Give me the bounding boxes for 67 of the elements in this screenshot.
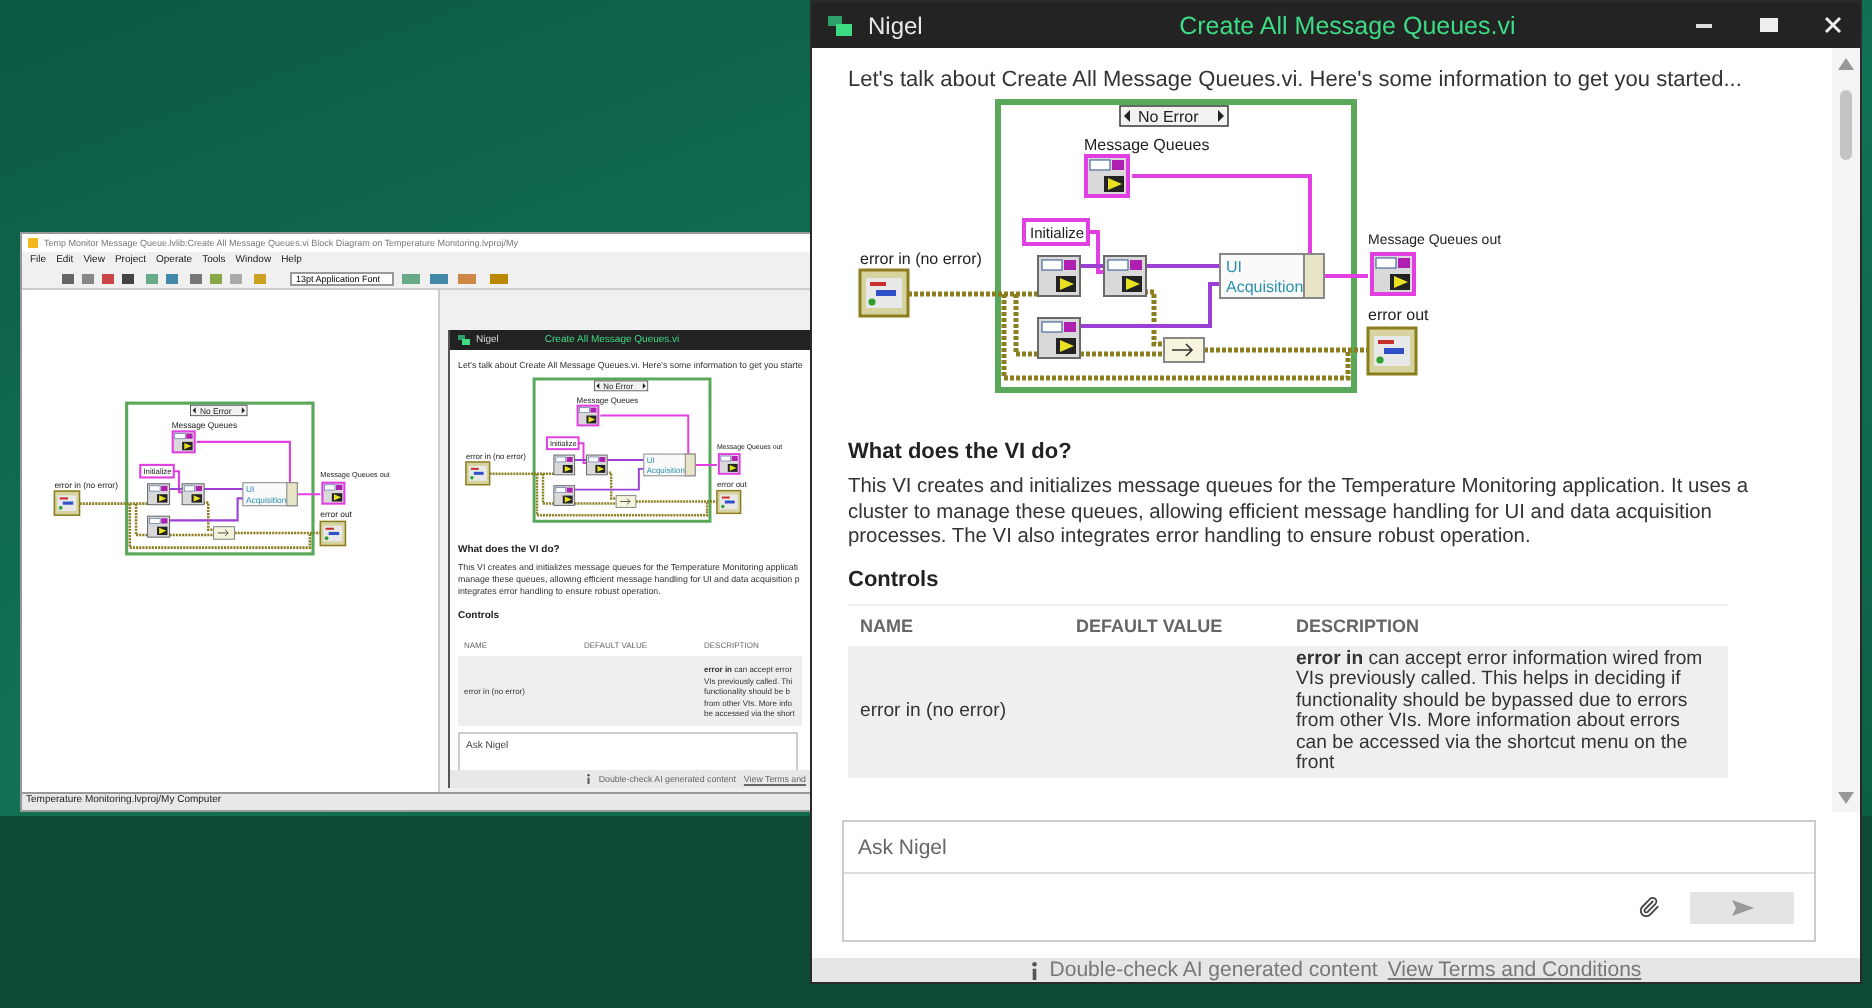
queue-constant-icon [576,404,600,427]
close-icon [1823,16,1841,34]
obtain-queue-icon [147,515,171,538]
error-cluster-icon [858,268,910,318]
bundle-node [1219,253,1325,299]
queue-indicator-icon [1370,252,1416,296]
terms-link[interactable]: View Terms and Conditions [1387,958,1642,982]
merge-errors-icon [213,526,235,540]
chat-input-box[interactable]: Ask Nigel [842,820,1816,942]
maximize-button[interactable] [1756,13,1780,37]
queue-indicator-icon [321,481,346,505]
obtain-queue-icon [147,483,171,506]
bundle-node [643,453,696,477]
intro-text: Let's talk about Create All Message Queues.vi. Here's some information to get you started... [848,68,1744,92]
app-icon [28,238,38,248]
disclaimer-text: Double-check AI generated content [1049,958,1378,982]
minimize-icon [1696,23,1712,27]
terminal-label: error in (no error) [860,250,982,268]
queue-indicator-icon [717,453,741,475]
scroll-up-icon[interactable] [1838,58,1854,70]
close-button[interactable] [1820,13,1844,37]
description-paragraph: This VI creates and initializes message queues for the Temperature Monitoring application. It uses a cluster to manage these queues, allowing efficient message handling for UI and data acquisition processes. The VI also integrates error handling to ensure robust operation. [848,476,1748,551]
merge-errors-icon [615,495,637,508]
scroll-down-icon[interactable] [1838,792,1854,804]
obtain-queue-icon [1037,255,1081,297]
obtain-queue-icon [1037,317,1081,359]
string-constant [545,436,580,451]
column-header: DESCRIPTION [1284,603,1728,647]
send-button[interactable] [1690,891,1794,923]
column-header: NAME [848,603,1064,647]
error-cluster-icon [319,520,347,547]
error-cluster-icon [53,490,81,516]
obtain-queue-icon [586,454,608,476]
chat-bubbles-icon [458,334,470,346]
obtain-queue-icon [181,483,205,506]
field-label: Acquisition [1226,278,1304,296]
scrollbar[interactable] [1832,48,1860,812]
error-cluster-icon [1366,326,1418,376]
string-constant [139,463,175,479]
info-icon [1030,961,1040,979]
case-selector[interactable]: No Error [1119,105,1229,127]
queue-constant-icon [1084,154,1130,198]
window-title: Create All Message Queues.vi [1177,11,1518,39]
terminal-label: error out [1368,306,1429,324]
column-header: DEFAULT VALUE [1064,603,1284,647]
section-heading: What does the VI do? [848,440,1074,464]
send-arrow-icon [1731,899,1753,915]
queue-constant-icon [171,430,196,454]
obtain-queue-icon [553,454,576,476]
info-icon [585,774,591,784]
table-cell: error in can accept error information wired from VIs previously called. This helps in deciding if functionality should be bypassed due to errors from other VIs. More information about errors can be accessed via the shortcut menu on the front [1284,647,1728,777]
error-cluster-icon [465,461,491,486]
maximize-icon [1759,18,1777,32]
merge-errors-icon [1163,337,1205,363]
scrollbar-thumb[interactable] [1840,90,1852,160]
app-name: Nigel [868,11,923,39]
terminal-label: Message Queues [1084,136,1210,154]
obtain-queue-icon [1103,255,1147,297]
bundle-node [242,482,298,507]
obtain-queue-icon [553,485,576,506]
table-cell: error in (no error) [848,647,1064,777]
chat-bubbles-icon [828,13,852,37]
section-heading: Controls [848,567,941,591]
string-constant [1022,218,1090,246]
field-label: UI [1226,258,1242,276]
paperclip-icon[interactable] [1638,896,1660,918]
error-cluster-icon [716,489,742,515]
